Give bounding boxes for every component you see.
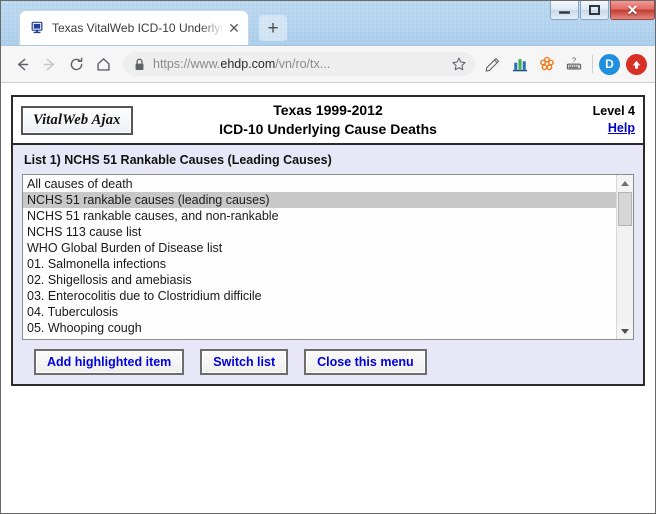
url-scheme: https://www. (153, 57, 221, 71)
url-text: https://www.ehdp.com/vn/ro/tx... (153, 57, 445, 71)
level-indicator: Level 4 (592, 104, 635, 119)
list-item[interactable]: All causes of death (23, 176, 616, 192)
url-path: /vn/ro/tx... (275, 57, 331, 71)
home-button[interactable] (90, 51, 117, 78)
list-items: All causes of death NCHS 51 rankable cau… (23, 175, 616, 339)
list-item[interactable]: 05. Whooping cough (23, 320, 616, 336)
close-this-menu-button[interactable]: Close this menu (304, 349, 427, 375)
url-host: ehdp.com (220, 57, 276, 71)
back-arrow-icon (14, 56, 31, 73)
app-header: VitalWeb Ajax Texas 1999-2012 ICD-10 Und… (11, 95, 645, 143)
list-item[interactable]: NCHS 113 cause list (23, 224, 616, 240)
add-highlighted-item-button[interactable]: Add highlighted item (34, 349, 185, 375)
scroll-down-button[interactable] (617, 323, 633, 339)
tab-close-icon[interactable]: ✕ (226, 20, 242, 36)
list-scrollbar[interactable] (616, 175, 633, 339)
home-icon (95, 56, 112, 73)
reload-button[interactable] (63, 51, 90, 78)
tab-strip: ✕ Texas VitalWeb ICD-10 Underlyin ✕ + (1, 1, 655, 46)
bar-chart-icon[interactable] (507, 51, 532, 77)
list-item[interactable]: NCHS 51 rankable causes (leading causes) (23, 192, 616, 208)
window-close-button[interactable]: ✕ (610, 1, 655, 20)
update-button[interactable] (626, 53, 647, 75)
list-item[interactable]: 04. Tuberculosis (23, 304, 616, 320)
address-bar[interactable]: https://www.ehdp.com/vn/ro/tx... (123, 52, 475, 76)
tab-title: Texas VitalWeb ICD-10 Underlyin (52, 21, 224, 35)
browser-tab[interactable]: Texas VitalWeb ICD-10 Underlyin ✕ (19, 10, 249, 45)
chevron-down-icon (621, 328, 629, 334)
keyboard-help-icon[interactable]: ? (561, 51, 586, 77)
molecule-flower-icon[interactable] (534, 51, 559, 77)
page-viewport: VitalWeb Ajax Texas 1999-2012 ICD-10 Und… (1, 83, 655, 513)
svg-text:?: ? (572, 56, 576, 65)
maximize-icon (589, 5, 600, 15)
minimize-icon (559, 10, 570, 14)
list-item[interactable]: 03. Enterocolitis due to Clostridium dif… (23, 288, 616, 304)
chevron-up-icon (621, 180, 629, 186)
reload-icon (68, 56, 85, 73)
browser-window: ✕ Texas VitalWeb ICD-10 Underlyin ✕ + ht… (0, 0, 656, 514)
computer-monitor-icon (29, 20, 45, 36)
list-caption: List 1) NCHS 51 Rankable Causes (Leading… (24, 153, 332, 167)
profile-initial: D (605, 57, 614, 71)
window-caption-buttons: ✕ (549, 1, 655, 20)
scrollbar-thumb[interactable] (618, 192, 632, 226)
toolbar-divider (592, 55, 593, 73)
list-action-buttons: Add highlighted item Switch list Close t… (22, 349, 634, 375)
back-button[interactable] (9, 51, 36, 78)
plus-icon: + (267, 17, 279, 39)
minimize-button[interactable] (550, 1, 579, 20)
list-panel: List 1) NCHS 51 Rankable Causes (Leading… (11, 143, 645, 386)
new-tab-button[interactable]: + (259, 15, 287, 41)
maximize-button[interactable] (580, 1, 609, 20)
header-right: Level 4 Help (593, 103, 635, 137)
extension-icons: ? (480, 51, 586, 77)
star-icon[interactable] (451, 56, 467, 72)
list-item[interactable]: NCHS 51 rankable causes, and non-rankabl… (23, 208, 616, 224)
vitalweb-ajax-button[interactable]: VitalWeb Ajax (21, 105, 133, 135)
forward-button[interactable] (36, 51, 63, 78)
cause-list-box[interactable]: All causes of death NCHS 51 rankable cau… (22, 174, 634, 340)
note-pen-icon[interactable] (480, 51, 505, 77)
lock-icon (134, 58, 145, 71)
scroll-up-button[interactable] (617, 175, 633, 191)
close-icon: ✕ (626, 2, 639, 18)
forward-arrow-icon (41, 56, 58, 73)
list-item[interactable]: 02. Shigellosis and amebiasis (23, 272, 616, 288)
help-link[interactable]: Help (593, 120, 635, 137)
profile-avatar[interactable]: D (599, 53, 620, 75)
list-item[interactable]: WHO Global Burden of Disease list (23, 240, 616, 256)
browser-toolbar: https://www.ehdp.com/vn/ro/tx... ? D (1, 46, 655, 83)
list-item[interactable]: 01. Salmonella infections (23, 256, 616, 272)
switch-list-button[interactable]: Switch list (200, 349, 289, 375)
update-arrow-icon (630, 58, 643, 71)
